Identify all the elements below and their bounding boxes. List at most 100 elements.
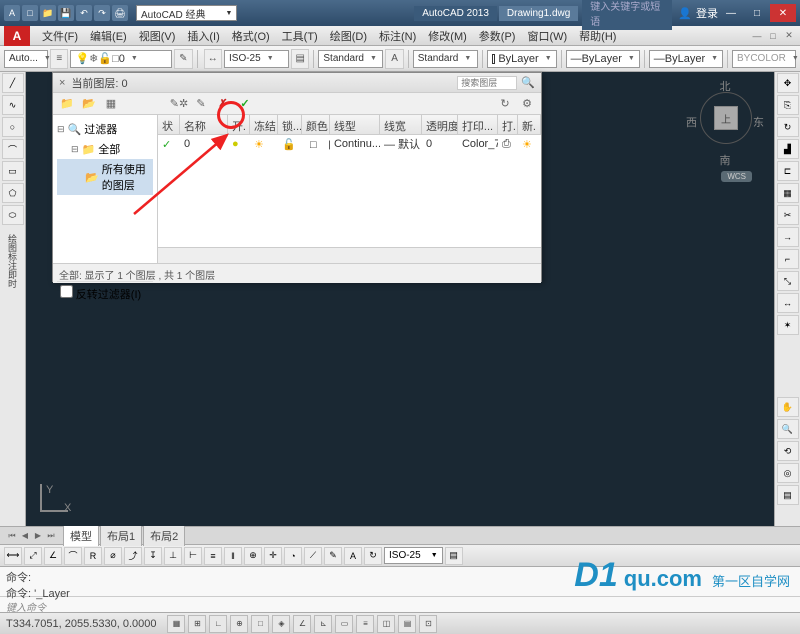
copy-icon[interactable]: ⎘ [777,95,799,115]
line-icon[interactable]: ╱ [2,73,24,93]
menu-dimension[interactable]: 标注(N) [373,26,422,46]
menu-view[interactable]: 视图(V) [133,26,182,46]
drawing-canvas[interactable]: × 当前图层: 0 🔍 📁 📂 ▦ ✎✲ ✎ ✗ ✓ ↻ ⚙ 🔍过滤 [26,72,774,526]
menu-file[interactable]: 文件(F) [36,26,84,46]
qat-open-icon[interactable]: 📁 [40,5,56,21]
user-signin[interactable]: 👤登录 [678,5,718,21]
filter-tree[interactable]: 🔍过滤器 📁全部 📂所有使用的图层 反转过滤器(I) [53,115,158,263]
textstyle-icon[interactable]: A [385,49,403,69]
doc-close-icon[interactable]: ✕ [782,29,796,43]
tab-prev-icon[interactable]: ◀ [19,530,31,542]
tpy-toggle[interactable]: ◫ [377,615,395,633]
search-icon[interactable]: 🔍 [521,76,535,89]
layer-properties-icon[interactable]: ≡ [50,49,68,69]
doc-minimize-icon[interactable]: — [750,29,764,43]
qat-save-icon[interactable]: 💾 [58,5,74,21]
layer-states-icon[interactable]: ▦ [103,96,119,112]
invert-filter-checkbox[interactable]: 反转过滤器(I) [57,281,153,305]
trim-icon[interactable]: ✂ [777,205,799,225]
tree-root[interactable]: 🔍过滤器 [57,119,153,139]
rotate-icon[interactable]: ↻ [777,117,799,137]
polygon-icon[interactable]: ⬠ [2,183,24,203]
orbit-icon[interactable]: ⟲ [777,441,799,461]
dim-aligned-icon[interactable]: ⤢ [24,547,42,565]
app-logo[interactable]: A [4,5,20,21]
new-group-icon[interactable]: 📂 [81,96,97,112]
ortho-toggle[interactable]: ∟ [209,615,227,633]
tab-next-icon[interactable]: ▶ [32,530,44,542]
tab-first-icon[interactable]: ⏮ [6,530,18,542]
osnap-toggle[interactable]: □ [251,615,269,633]
tablestyle-dropdown[interactable]: Standard [413,50,478,68]
linetype-dropdown[interactable]: — ByLayer [566,50,640,68]
scale-icon[interactable]: ⤡ [777,271,799,291]
tab-layout2[interactable]: 布局2 [143,525,185,546]
menu-format[interactable]: 格式(O) [226,26,276,46]
dim-tool-icon[interactable]: ↔ [204,49,222,69]
dim-tool2-icon[interactable]: ▤ [291,49,309,69]
layer-state-dropdown[interactable]: Auto... [4,50,48,68]
menu-modify[interactable]: 修改(M) [422,26,473,46]
new-filter-icon[interactable]: 📁 [59,96,75,112]
workspace-switcher[interactable]: AutoCAD 经典 [136,5,237,21]
tab-last-icon[interactable]: ⏭ [45,530,57,542]
dim-tol-icon[interactable]: ⊕ [244,547,262,565]
rect-icon[interactable]: ▭ [2,161,24,181]
dim-break-icon[interactable]: ‖ [224,547,242,565]
list-scrollbar[interactable] [158,247,541,263]
menu-parametric[interactable]: 参数(P) [473,26,522,46]
dim-edit-icon[interactable]: ✎ [324,547,342,565]
menu-insert[interactable]: 插入(I) [181,26,225,46]
mirror-icon[interactable]: ▟ [777,139,799,159]
dim-tedit-icon[interactable]: A [344,547,362,565]
dim-diameter-icon[interactable]: ⌀ [104,547,122,565]
dim-cont-icon[interactable]: ⊢ [184,547,202,565]
menu-window[interactable]: 窗口(W) [521,26,573,46]
viewcube-top[interactable]: 上 [714,106,738,130]
qp-toggle[interactable]: ▤ [398,615,416,633]
command-input[interactable]: 键入命令 [0,596,800,612]
close-button[interactable]: ✕ [770,4,796,22]
dimstyle-dropdown[interactable]: ISO-25 [224,50,289,68]
qat-redo-icon[interactable]: ↷ [94,5,110,21]
list-header[interactable]: 状 名称 开. 冻结 锁... 颜色 线型 线宽 透明度 打印... 打. 新. [158,115,541,135]
tab-layout1[interactable]: 布局1 [100,525,142,546]
ellipse-icon[interactable]: ⬭ [2,205,24,225]
new-layer-vp-icon[interactable]: ✎ [193,96,209,112]
qat-undo-icon[interactable]: ↶ [76,5,92,21]
dim-update-icon[interactable]: ↻ [364,547,382,565]
menu-help[interactable]: 帮助(H) [573,26,622,46]
pan-icon[interactable]: ✋ [777,397,799,417]
pline-icon[interactable]: ∿ [2,95,24,115]
dim-center-icon[interactable]: ✛ [264,547,282,565]
extend-icon[interactable]: → [777,227,799,247]
tab-model[interactable]: 模型 [63,525,99,546]
dim-jogline-icon[interactable]: ⟋ [304,547,322,565]
dim-base-icon[interactable]: ⊥ [164,547,182,565]
stretch-icon[interactable]: ↔ [777,293,799,313]
new-layer-icon[interactable]: ✎✲ [171,96,187,112]
polar-toggle[interactable]: ⊕ [230,615,248,633]
layer-row[interactable]: ✓ 0 ● ☀ 🔓 □ 白 Continu... — 默认 0 Color_7 … [158,135,541,153]
set-current-icon[interactable]: ✓ [237,96,253,112]
wcs-label[interactable]: WCS [721,171,752,182]
dim-inspect-icon[interactable]: ◔ [284,547,302,565]
refresh-icon[interactable]: ↻ [497,96,513,112]
tree-all[interactable]: 📁全部 [57,139,153,159]
tree-used[interactable]: 📂所有使用的图层 [57,159,153,195]
qat-print-icon[interactable]: 🖨 [112,5,128,21]
menu-edit[interactable]: 编辑(E) [84,26,133,46]
delete-layer-icon[interactable]: ✗ [215,96,231,112]
layer-dropdown[interactable]: 💡❄🔓□ 0 [70,50,172,68]
sc-toggle[interactable]: ⊡ [419,615,437,633]
qat-new-icon[interactable]: □ [22,5,38,21]
arc-icon[interactable]: ⌒ [2,139,24,159]
layer-tool-icon[interactable]: ✎ [174,49,192,69]
pin-icon[interactable]: × [59,77,65,89]
dim-arc-icon[interactable]: ⌒ [64,547,82,565]
zoom-icon[interactable]: 🔍 [777,419,799,439]
menu-tools[interactable]: 工具(T) [276,26,324,46]
showmenu-icon[interactable]: ▤ [777,485,799,505]
fillet-icon[interactable]: ⌐ [777,249,799,269]
settings-icon[interactable]: ⚙ [519,96,535,112]
